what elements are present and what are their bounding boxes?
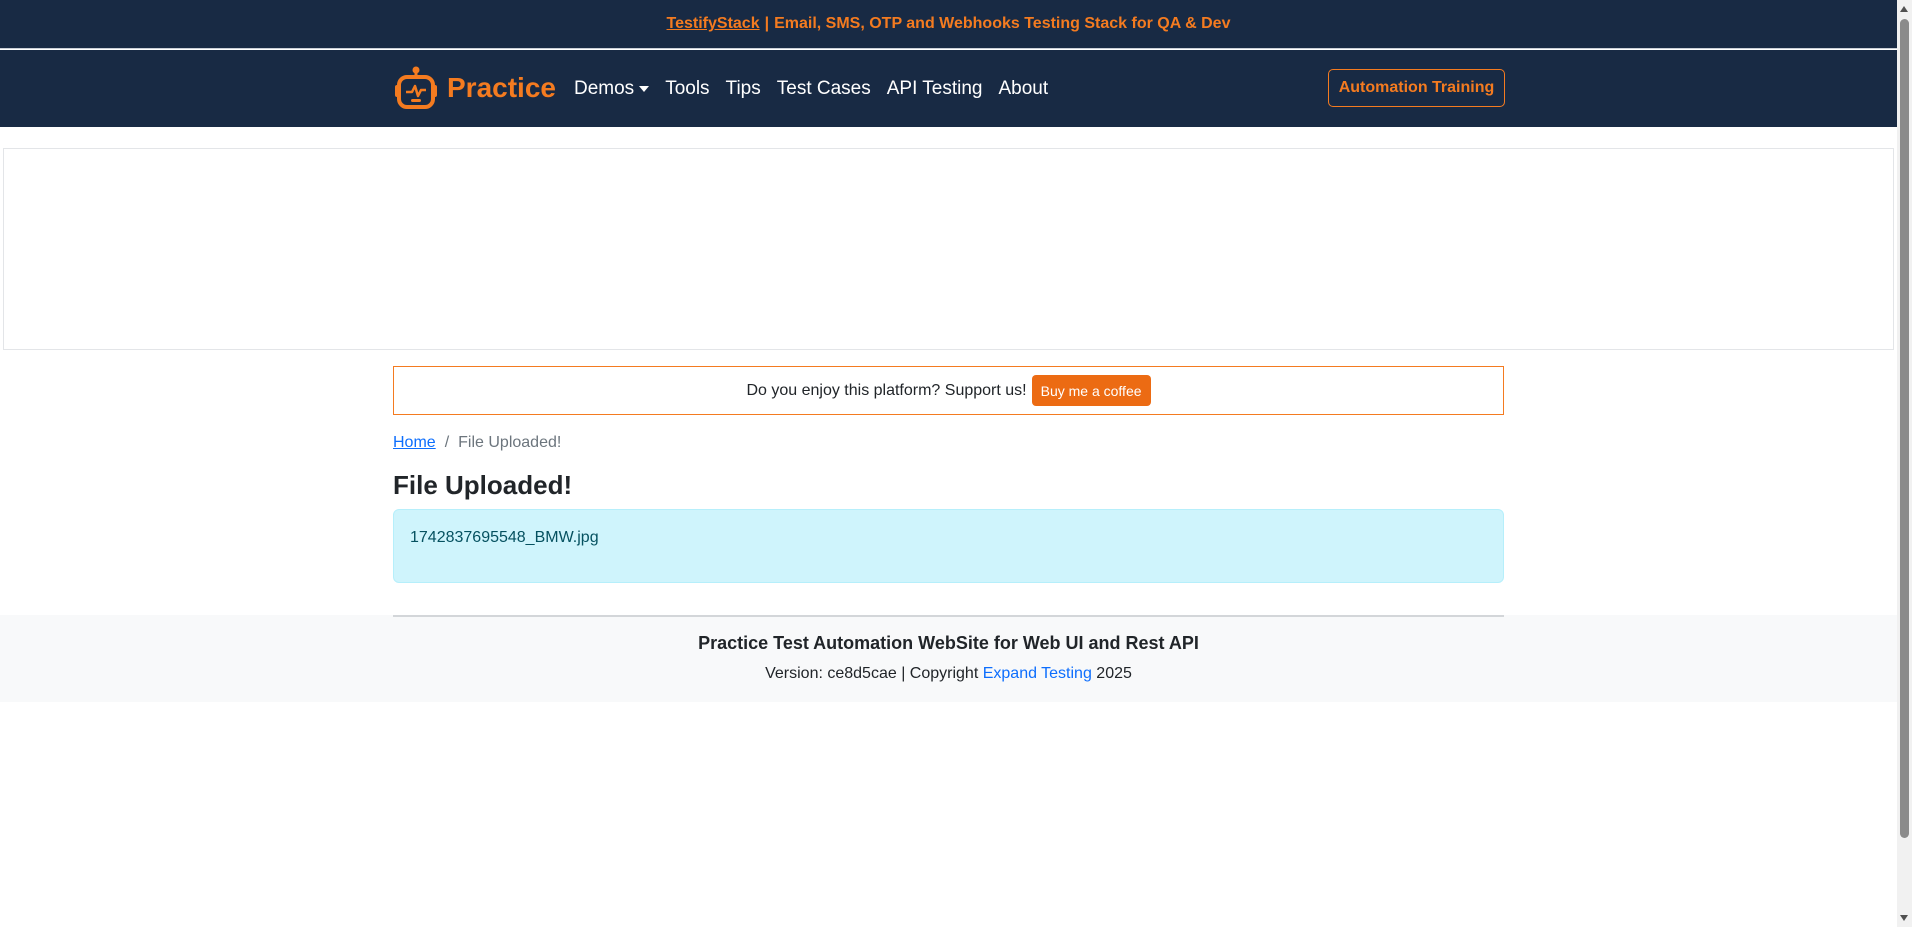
brand-link[interactable]: Practice	[393, 64, 556, 112]
nav-link-about[interactable]: About	[999, 78, 1049, 100]
breadcrumb-divider: /	[444, 434, 450, 451]
banner-separator: |	[764, 15, 770, 32]
expand-testing-link[interactable]: Expand Testing	[983, 665, 1092, 682]
nav-link-tips[interactable]: Tips	[726, 78, 761, 100]
scroll-down-arrow-icon[interactable]	[1900, 915, 1908, 921]
nav-item-about: About	[999, 78, 1049, 100]
uploaded-file-alert: 1742837695548_BMW.jpg	[393, 509, 1504, 583]
nav-item-test-cases: Test Cases	[777, 78, 871, 100]
robot-icon	[395, 66, 437, 109]
uploaded-file-name: 1742837695548_BMW.jpg	[410, 529, 599, 546]
breadcrumb-current: File Uploaded!	[458, 434, 562, 451]
scroll-up-arrow-icon[interactable]	[1900, 6, 1908, 12]
nav-link-tools[interactable]: Tools	[665, 78, 709, 100]
support-banner: Do you enjoy this platform? Support us! …	[393, 366, 1504, 415]
ad-placeholder	[3, 148, 1894, 350]
main-navbar: Practice Demos Tools Tips Test Cases API…	[0, 50, 1897, 127]
nav-link-api-testing[interactable]: API Testing	[887, 78, 983, 100]
footer-year: 2025	[1096, 665, 1132, 682]
banner-text: Email, SMS, OTP and Webhooks Testing Sta…	[774, 15, 1231, 32]
caret-down-icon	[639, 85, 650, 92]
footer-version: Version: ce8d5cae | Copyright	[765, 665, 979, 682]
breadcrumb-home-link[interactable]: Home	[393, 434, 436, 452]
brand-name: Practice	[447, 72, 556, 103]
testifystack-link[interactable]: TestifyStack	[667, 15, 760, 33]
nav-menu: Demos Tools Tips Test Cases API Testing …	[574, 50, 1064, 127]
support-text: Do you enjoy this platform? Support us!	[746, 381, 1027, 399]
nav-item-demos: Demos	[574, 77, 650, 100]
footer-divider	[393, 615, 1504, 617]
vertical-scrollbar[interactable]	[1897, 0, 1912, 927]
nav-link-demos[interactable]: Demos	[574, 77, 650, 100]
scroll-thumb[interactable]	[1900, 19, 1909, 838]
footer-copyright: Version: ce8d5cae | Copyright Expand Tes…	[0, 665, 1897, 683]
footer-title: Practice Test Automation WebSite for Web…	[698, 633, 1199, 653]
nav-item-tips: Tips	[726, 78, 761, 100]
footer: Practice Test Automation WebSite for Web…	[0, 615, 1897, 702]
breadcrumb: Home / File Uploaded!	[393, 432, 561, 454]
nav-label-demos: Demos	[574, 77, 635, 99]
nav-item-api-testing: API Testing	[887, 78, 983, 100]
nav-link-test-cases[interactable]: Test Cases	[777, 78, 871, 100]
nav-item-tools: Tools	[665, 78, 709, 100]
automation-training-button[interactable]: Automation Training	[1328, 69, 1505, 107]
buy-me-a-coffee-button[interactable]: Buy me a coffee	[1031, 375, 1151, 406]
page-title: File Uploaded!	[393, 470, 573, 500]
top-banner: TestifyStack | Email, SMS, OTP and Webho…	[0, 0, 1897, 49]
